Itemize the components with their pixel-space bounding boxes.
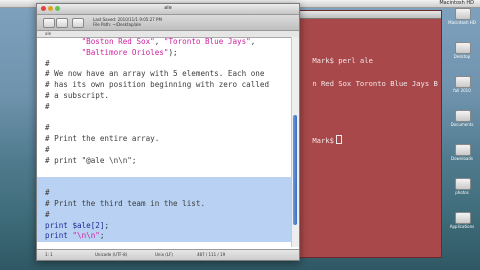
code-area[interactable]: "Boston Red Sox", "Toronto Blue Jays", "…: [37, 37, 292, 247]
code-token: #: [45, 188, 50, 198]
terminal-window[interactable]: Mark$ perl ale n Red Sox Toronto Blue Ja…: [290, 10, 442, 258]
status-counts: 487 / 111 / 19: [197, 252, 226, 257]
code-line[interactable]: #: [37, 123, 292, 134]
terminal-prompt[interactable]: Mark$: [295, 126, 342, 154]
desktop-icon-label: Applications: [449, 224, 475, 229]
terminal-output-line: n Red Sox Toronto Blue Jays B: [312, 79, 438, 88]
code-token: ;: [104, 220, 110, 230]
code-token: # Print the entire array.: [45, 134, 160, 144]
code-line[interactable]: print "\n\n";: [37, 231, 292, 243]
code-line[interactable]: #: [37, 59, 292, 70]
desktop-icon-label: Downloads: [451, 156, 473, 161]
code-token: ,: [250, 37, 256, 46]
code-token: "\n\n": [72, 231, 100, 241]
document-icon[interactable]: [72, 18, 84, 28]
status-bar: 1: 1 Unicode (UTF-8) Unix (LF) 487 / 111…: [37, 249, 299, 260]
desktop-icon[interactable]: [455, 144, 471, 156]
code-line[interactable]: [37, 167, 292, 178]
editor-window[interactable]: ale Last Saved: 2010/11/1 9:05:27 PM Fil…: [36, 3, 300, 261]
code-line[interactable]: # print "@ale \n\n";: [37, 156, 292, 167]
code-token: "Toronto Blue Jays": [163, 37, 251, 46]
code-token: #: [45, 144, 50, 154]
desktop-icon-label: fall 2010: [453, 88, 471, 93]
scroll-thumb[interactable]: [293, 115, 297, 225]
forward-button[interactable]: [56, 18, 68, 28]
code-line[interactable]: #: [37, 188, 292, 199]
back-button[interactable]: [43, 18, 55, 28]
desktop-icon-label: Documents: [450, 122, 474, 127]
desktop-icon-label: Macintosh HD: [448, 20, 476, 25]
code-token: "Boston Red Sox": [81, 37, 155, 46]
file-info: Last Saved: 2010/11/1 9:05:27 PM File Pa…: [93, 17, 162, 27]
code-token: #: [45, 101, 50, 111]
cursor-icon: [335, 135, 342, 144]
code-line[interactable]: print $ale[2];: [37, 220, 292, 232]
editor-toolbar: Last Saved: 2010/11/1 9:05:27 PM File Pa…: [37, 15, 299, 31]
code-line[interactable]: # has its own position beginning with ze…: [37, 80, 292, 91]
terminal-titlebar[interactable]: [291, 11, 441, 19]
status-line-endings[interactable]: Unix (LF): [155, 250, 173, 260]
code-line[interactable]: # Print the third team in the list.: [37, 198, 292, 210]
code-token: "Baltimore Orioles": [81, 47, 169, 57]
code-line[interactable]: # We now have an array with 5 elements. …: [37, 69, 292, 80]
desktop-icon[interactable]: [455, 76, 471, 88]
vertical-scrollbar[interactable]: [291, 37, 299, 247]
desktop-icon[interactable]: [455, 178, 471, 190]
desktop-icon[interactable]: [455, 212, 471, 224]
code-token: #: [45, 58, 50, 68]
desktop-icon[interactable]: [455, 8, 471, 20]
code-token: #: [45, 123, 50, 133]
desktop-icon-label: Desktop: [453, 54, 471, 59]
window-title: ale: [164, 5, 172, 11]
status-line-col: 1: 1: [45, 252, 53, 257]
code-token: ,: [154, 37, 164, 46]
desktop-icon-label: photos: [455, 190, 469, 195]
code-line[interactable]: # Print the entire array.: [37, 134, 292, 145]
code-token: );: [168, 47, 178, 57]
code-line[interactable]: #: [37, 145, 292, 156]
status-encoding[interactable]: Unicode (UTF-8): [95, 250, 127, 260]
code-line[interactable]: "Boston Red Sox", "Toronto Blue Jays",: [37, 37, 292, 48]
code-token: print: [45, 231, 73, 241]
code-token: # Print the third team in the list.: [45, 198, 206, 208]
code-token: # has its own position beginning with ze…: [45, 80, 270, 90]
code-line[interactable]: [37, 113, 292, 124]
desktop-icon[interactable]: [455, 42, 471, 54]
code-token: #: [45, 209, 50, 219]
code-line[interactable]: "Baltimore Orioles");: [37, 48, 292, 59]
desktop-icon[interactable]: [455, 110, 471, 122]
code-token: # print "@ale \n\n";: [45, 155, 137, 165]
editor-titlebar[interactable]: ale: [37, 4, 299, 15]
code-line[interactable]: #: [37, 102, 292, 113]
code-line[interactable]: [37, 177, 292, 189]
code-line[interactable]: # a subscript.: [37, 91, 292, 102]
menubar-status: Macintosh HD: [439, 0, 474, 6]
code-line[interactable]: #: [37, 209, 292, 221]
code-token: # We now have an array with 5 elements. …: [45, 69, 265, 79]
code-token: $ale[2]: [72, 220, 105, 230]
code-token: # a subscript.: [45, 90, 110, 100]
code-token: print: [45, 220, 73, 230]
code-token: ;: [99, 231, 105, 241]
